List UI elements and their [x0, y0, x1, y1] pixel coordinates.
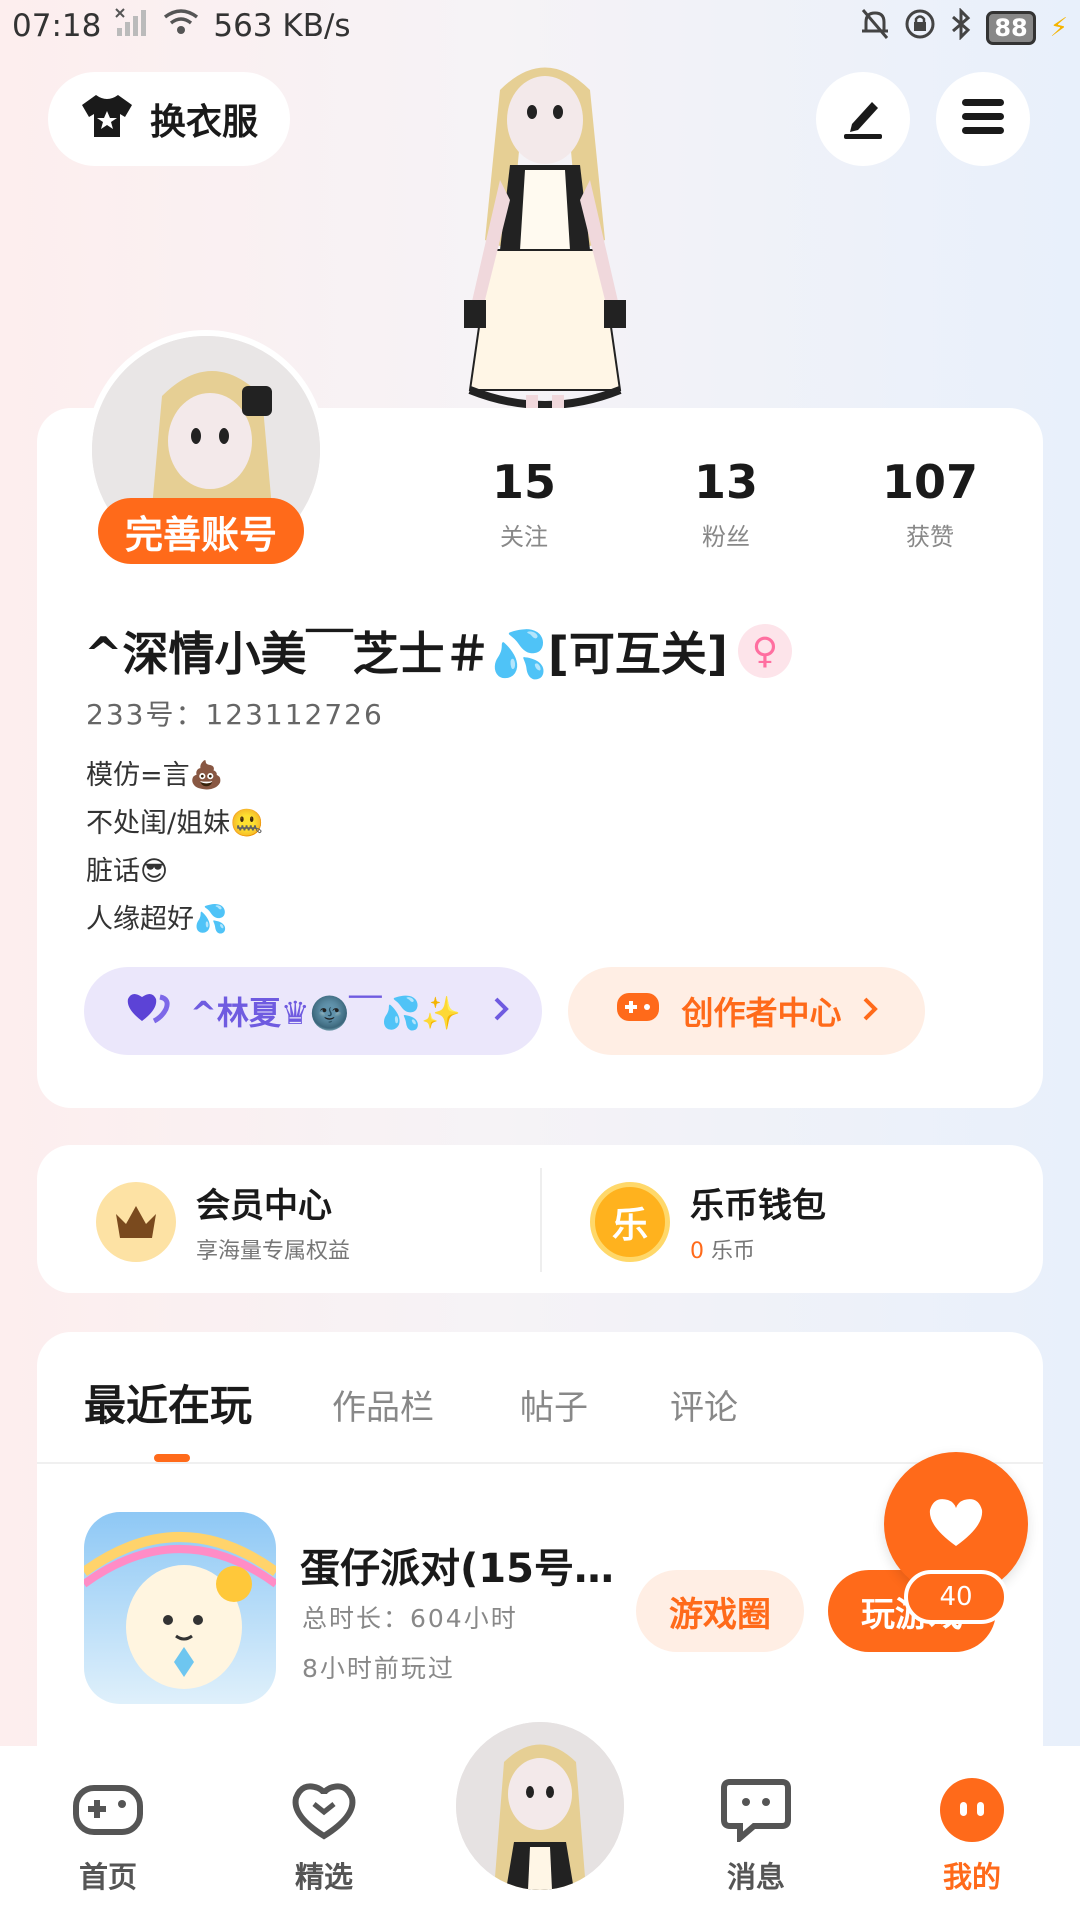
wallet-unit: 乐币: [711, 1239, 756, 1264]
heart-icon: [926, 1496, 986, 1552]
game-circle-button[interactable]: 游戏圈: [636, 1570, 804, 1652]
bluetooth-icon: [950, 7, 972, 48]
complete-account-badge[interactable]: 完善账号: [98, 498, 304, 564]
tab-comments[interactable]: 评论: [670, 1380, 738, 1429]
change-outfit-label: 换衣服: [149, 102, 258, 143]
following-count: 15: [491, 455, 556, 509]
nav-mine-label: 我的: [942, 1860, 1001, 1894]
charging-icon: ⚡: [1049, 13, 1068, 43]
following-label: 关注: [500, 523, 548, 551]
stat-likes[interactable]: 107 获赞: [830, 455, 1030, 552]
nav-home[interactable]: 首页: [38, 1772, 178, 1896]
close-friend-button[interactable]: ^林夏♛🌚￣💦✨: [84, 967, 542, 1055]
bio-line: 不处闺/姐妹🤐: [86, 808, 264, 839]
wifi-icon: [163, 8, 199, 44]
active-tab-indicator: [154, 1454, 190, 1462]
pen-icon: [840, 94, 886, 144]
divider: [540, 1168, 542, 1272]
wallet-entry[interactable]: 乐 乐币钱包 0 乐币: [590, 1178, 826, 1265]
likes-received-label: 获赞: [906, 523, 954, 551]
game-title[interactable]: 蛋仔派对(15号…: [300, 1536, 614, 1594]
gamepad-icon: [38, 1772, 178, 1848]
double-heart-icon: [124, 989, 172, 1033]
nav-home-label: 首页: [78, 1860, 137, 1894]
bio-line: 模仿=言💩: [86, 760, 224, 791]
female-gender-icon: ♀: [737, 624, 792, 678]
tab-works[interactable]: 作品栏: [332, 1380, 434, 1429]
play-duration: 总时长：604小时: [302, 1604, 518, 1633]
tab-recently-played[interactable]: 最近在玩: [84, 1372, 252, 1433]
vip-center-entry[interactable]: 会员中心 享海量专属权益: [96, 1178, 350, 1265]
nav-avatar-character[interactable]: [456, 1722, 624, 1890]
last-played: 8小时前玩过: [302, 1654, 455, 1683]
game-meta: 总时长：604小时 8小时前玩过: [302, 1594, 518, 1694]
creator-center-label: 创作者中心: [681, 994, 842, 1032]
creator-center-button[interactable]: 创作者中心: [568, 967, 925, 1055]
lock-rotation-icon: [904, 8, 936, 48]
bio-line: 人缘超好💦: [86, 904, 228, 935]
gamepad-icon: [615, 989, 661, 1033]
signal-icon: [115, 8, 149, 44]
nav-mine[interactable]: 我的: [902, 1772, 1042, 1896]
stat-fans[interactable]: 13 粉丝: [626, 455, 826, 552]
likes-received-count: 107: [881, 455, 979, 509]
edit-profile-button[interactable]: [816, 72, 910, 166]
game-icon[interactable]: [84, 1512, 276, 1704]
like-count: 40: [904, 1570, 1008, 1624]
mute-bell-icon: [860, 8, 890, 48]
menu-button[interactable]: [936, 72, 1030, 166]
profile-face-icon: [902, 1772, 1042, 1848]
stat-following[interactable]: 15 关注: [424, 455, 624, 552]
user-id[interactable]: 233号：123112726: [86, 693, 384, 733]
nickname: ^深情小美￣芝士＃💦[可互关]: [84, 627, 728, 681]
tab-posts[interactable]: 帖子: [520, 1380, 588, 1429]
fans-label: 粉丝: [702, 523, 750, 551]
chevron-right-icon: [862, 992, 878, 1030]
tshirt-icon: [80, 91, 134, 148]
network-speed: 563 KB/s: [213, 8, 351, 44]
le-coin-icon: 乐: [590, 1181, 670, 1262]
bio-line: 脏话😎: [86, 856, 169, 887]
nickname-row: ^深情小美￣芝士＃💦[可互关] ♀: [84, 618, 792, 684]
vip-center-subtitle: 享海量专属权益: [196, 1239, 351, 1264]
nav-messages[interactable]: 消息: [686, 1772, 826, 1896]
heart-chat-icon: [254, 1772, 394, 1848]
battery-indicator: 88: [986, 11, 1036, 45]
crown-icon: [96, 1181, 176, 1262]
nav-featured-label: 精选: [294, 1860, 353, 1894]
close-friend-label: ^林夏♛🌚￣💦✨: [190, 994, 462, 1032]
avatar-character-figure[interactable]: [430, 50, 660, 410]
tab-divider: [37, 1462, 1043, 1464]
vip-center-title: 会员中心: [196, 1186, 332, 1226]
bio: 模仿=言💩 不处闺/姐妹🤐 脏话😎 人缘超好💦: [86, 752, 264, 944]
chevron-right-icon: [493, 992, 509, 1030]
wallet-balance: 0 乐币: [690, 1233, 826, 1265]
status-bar: 07:18 563 KB/s 88 ⚡: [0, 0, 1080, 54]
nav-featured[interactable]: 精选: [254, 1772, 394, 1896]
fans-count: 13: [693, 455, 758, 509]
hamburger-menu-icon: [960, 97, 1006, 141]
change-outfit-button[interactable]: 换衣服: [48, 72, 290, 166]
wallet-title: 乐币钱包: [690, 1186, 826, 1226]
status-time: 07:18: [12, 8, 102, 44]
nav-messages-label: 消息: [726, 1860, 785, 1894]
wallet-amount: 0: [690, 1239, 704, 1264]
chat-bubble-icon: [686, 1772, 826, 1848]
